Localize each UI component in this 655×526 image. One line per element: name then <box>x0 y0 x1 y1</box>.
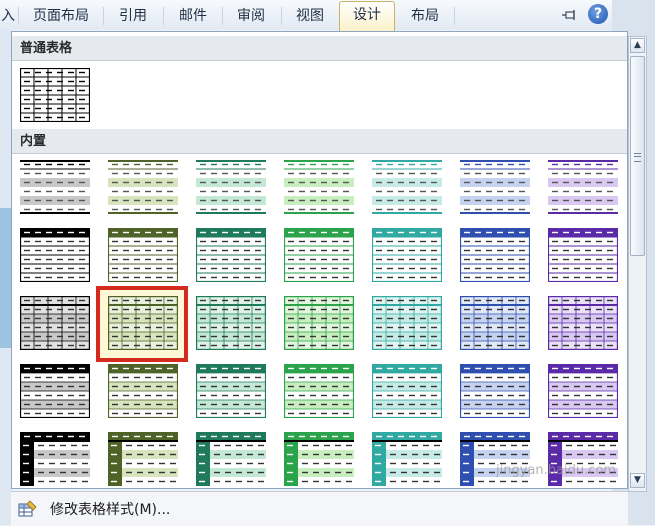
table-style-first-column-black[interactable] <box>20 432 90 486</box>
table-style-plain-grid[interactable] <box>20 68 90 122</box>
table-style-light-shading-aqua[interactable] <box>372 160 442 214</box>
table-style-header-row-purple[interactable] <box>548 228 618 282</box>
table-style-grid-green[interactable] <box>284 296 354 350</box>
tab-review[interactable]: 审阅 <box>228 3 274 29</box>
table-style-header-row-olive-green[interactable] <box>108 228 178 282</box>
tab-mailings[interactable]: 邮件 <box>170 3 216 29</box>
table-style-grid-blue[interactable] <box>460 296 530 350</box>
table-style-first-column-teal-green[interactable] <box>196 432 266 486</box>
table-style-medium-shading-purple[interactable] <box>548 364 618 418</box>
tab-layout[interactable]: 布局 <box>400 3 450 29</box>
table-style-light-shading-green[interactable] <box>284 160 354 214</box>
table-styles-gallery: 普通表格 内置 <box>11 31 628 489</box>
ribbon-tab-strip: 入 页面布局 引用 邮件 审阅 视图 设计 布局 ? <box>0 0 655 31</box>
table-style-header-row-black[interactable] <box>20 228 90 282</box>
tab-page-layout[interactable]: 页面布局 <box>26 3 96 29</box>
table-style-light-shading-blue[interactable] <box>460 160 530 214</box>
table-style-medium-shading-olive-green[interactable] <box>108 364 178 418</box>
table-style-light-shading-teal-green[interactable] <box>196 160 266 214</box>
table-style-grid-aqua[interactable] <box>372 296 442 350</box>
tab-separator <box>18 7 19 25</box>
table-style-header-row-green[interactable] <box>284 228 354 282</box>
help-icon[interactable]: ? <box>588 4 608 24</box>
table-style-light-shading-olive-green[interactable] <box>108 160 178 214</box>
pin-ribbon-icon[interactable] <box>561 6 579 24</box>
table-style-light-shading-purple[interactable] <box>548 160 618 214</box>
modify-table-style-menu-item[interactable]: 修改表格样式(M)... <box>11 491 628 526</box>
gallery-scrollbar[interactable]: ▲ ▼ <box>628 36 647 492</box>
section-header-plain-tables: 普通表格 <box>12 36 627 61</box>
scrollbar-thumb[interactable] <box>630 56 645 256</box>
scroll-up-button[interactable]: ▲ <box>630 38 645 53</box>
table-style-medium-shading-teal-green[interactable] <box>196 364 266 418</box>
tab-references[interactable]: 引用 <box>110 3 156 29</box>
section-header-built-in: 内置 <box>12 129 627 154</box>
table-style-grid-purple[interactable] <box>548 296 618 350</box>
tab-design[interactable]: 设计 <box>339 1 395 31</box>
table-style-grid-teal-green[interactable] <box>196 296 266 350</box>
table-style-medium-shading-aqua[interactable] <box>372 364 442 418</box>
tab-separator <box>222 7 223 25</box>
tab-partial[interactable]: 入 <box>0 3 16 29</box>
tab-view[interactable]: 视图 <box>287 3 333 29</box>
table-style-first-column-olive-green[interactable] <box>108 432 178 486</box>
table-style-first-column-green[interactable] <box>284 432 354 486</box>
grip-icon <box>634 153 641 162</box>
table-style-first-column-aqua[interactable] <box>372 432 442 486</box>
tab-separator <box>103 7 104 25</box>
table-style-edit-icon <box>18 500 37 517</box>
table-style-grid-olive-green[interactable] <box>108 296 178 350</box>
table-style-header-row-teal-green[interactable] <box>196 228 266 282</box>
table-style-header-row-blue[interactable] <box>460 228 530 282</box>
table-style-light-shading-black[interactable] <box>20 160 90 214</box>
scroll-down-button[interactable]: ▼ <box>630 473 645 488</box>
table-style-medium-shading-blue[interactable] <box>460 364 530 418</box>
table-style-grid-black[interactable] <box>20 296 90 350</box>
table-style-medium-shading-green[interactable] <box>284 364 354 418</box>
tab-separator <box>281 7 282 25</box>
modify-table-style-label: 修改表格样式(M)... <box>50 502 171 518</box>
table-style-medium-shading-black[interactable] <box>20 364 90 418</box>
tab-separator <box>454 7 455 25</box>
table-style-header-row-aqua[interactable] <box>372 228 442 282</box>
watermark: jingyan.baidu.com <box>496 463 616 478</box>
tab-separator <box>163 7 164 25</box>
